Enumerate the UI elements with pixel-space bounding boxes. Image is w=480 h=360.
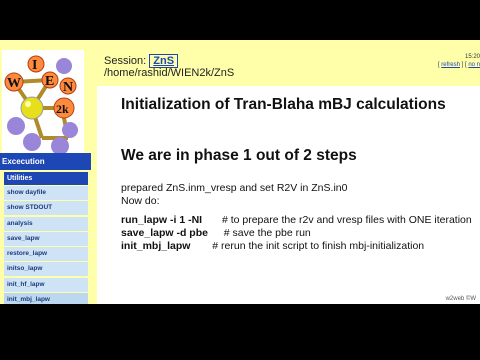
menu-item-analysis[interactable]: analysis	[4, 216, 88, 231]
wien2k-logo: W I E N 2k	[2, 50, 84, 153]
command-line-3: init_mbj_lapw # rerun the init script to…	[121, 240, 424, 252]
logo-letter-n: N	[63, 80, 73, 95]
menu-item-init-hf-lapw[interactable]: init_hf_lapw	[4, 277, 88, 292]
menu-item-show-stdout[interactable]: show STDOUT	[4, 201, 88, 216]
session-path: /home/rashid/WIEN2k/ZnS	[104, 67, 235, 79]
command-run-lapw: run_lapw -i 1 -NI	[121, 214, 203, 226]
browser-page: W I E N 2k Excecution Utilities show day…	[0, 40, 480, 304]
execution-header[interactable]: Excecution	[0, 153, 91, 170]
clock-time: 15:20	[464, 54, 480, 60]
page-title: Initialization of Tran-Blaha mBJ calcula…	[121, 96, 446, 113]
command-comment-2: # save the pbe run	[223, 227, 311, 239]
command-line-1: run_lapw -i 1 -NI # to prepare the r2v a…	[121, 214, 472, 226]
menu-item-save-lapw[interactable]: save_lapw	[4, 231, 88, 246]
now-do-text: Now do:	[121, 195, 160, 207]
menu-item-restore-lapw[interactable]: restore_lapw	[4, 247, 88, 262]
prepared-text: prepared ZnS.inm_vresp and set R2V in Zn…	[121, 182, 348, 194]
logo-letter-2k: 2k	[56, 102, 69, 116]
footer-text: w2web ©W	[445, 296, 476, 302]
no-refresh-link[interactable]: no n	[468, 62, 480, 68]
logo-letter-w: W	[7, 76, 21, 91]
refresh-link[interactable]: refresh	[441, 62, 460, 68]
command-line-2: save_lapw -d pbe # save the pbe run	[121, 227, 311, 239]
logo-letter-i: I	[32, 58, 37, 73]
session-label: Session:	[104, 55, 147, 67]
session-name-link[interactable]: ZnS	[149, 54, 179, 68]
command-comment-1: # to prepare the r2v and vresp files wit…	[221, 214, 472, 226]
menu-item-show-dayfile[interactable]: show dayfile	[4, 186, 88, 200]
logo-letter-e: E	[45, 74, 54, 89]
command-init-mbj-lapw: init_mbj_lapw	[121, 240, 191, 252]
session-line: Session: ZnS	[104, 54, 179, 68]
phase-heading: We are in phase 1 out of 2 steps	[121, 147, 357, 164]
sidebar: W I E N 2k Excecution Utilities show day…	[0, 40, 91, 304]
utilities-menu: Utilities show dayfile show STDOUT analy…	[4, 172, 88, 304]
header-links: [ refresh ] [ no n	[437, 62, 480, 68]
utilities-header[interactable]: Utilities	[4, 172, 88, 185]
menu-item-init-mbj-lapw[interactable]: init_mbj_lapw	[4, 293, 88, 304]
menu-item-initso-lapw[interactable]: initso_lapw	[4, 262, 88, 277]
command-comment-3: # rerun the init script to finish mbj-in…	[212, 240, 425, 252]
main-content: Initialization of Tran-Blaha mBJ calcula…	[97, 86, 480, 304]
command-save-lapw: save_lapw -d pbe	[121, 227, 208, 239]
